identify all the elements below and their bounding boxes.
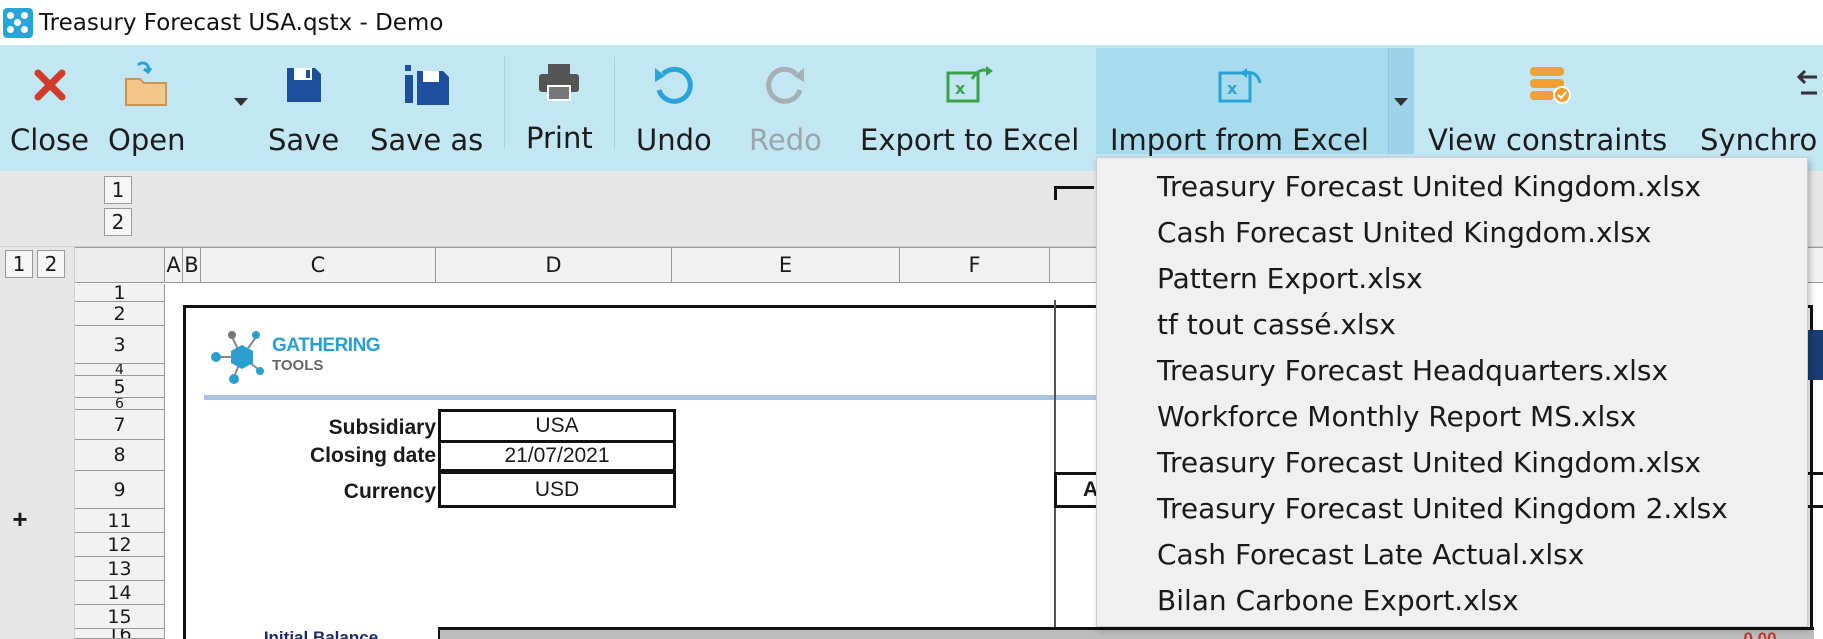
- undo-button[interactable]: Undo: [636, 48, 712, 158]
- column-header-b[interactable]: B: [183, 247, 201, 283]
- column-header-c[interactable]: C: [201, 247, 436, 283]
- row-header[interactable]: 15: [75, 605, 165, 629]
- initial-balance-row: [204, 627, 1814, 639]
- redo-icon: [755, 48, 815, 122]
- subsidiary-label: Subsidiary: [328, 416, 436, 439]
- export-excel-button[interactable]: x Export to Excel: [860, 48, 1079, 158]
- menu-item-recent-file[interactable]: Pattern Export.xlsx: [1157, 256, 1423, 302]
- gathering-tools-logo: GATHERING TOOLS: [208, 325, 388, 385]
- title-bar: Treasury Forecast USA.qstx - Demo: [0, 0, 1823, 45]
- app-logo-icon: [3, 7, 33, 38]
- currency-label: Currency: [343, 480, 436, 503]
- close-button[interactable]: Close: [10, 48, 89, 158]
- expand-rows-button[interactable]: +: [6, 504, 34, 534]
- save-as-button[interactable]: Save as: [370, 48, 483, 158]
- closing-date-label: Closing date: [309, 444, 436, 467]
- import-excel-menu: Treasury Forecast United Kingdom.xlsx Ca…: [1096, 157, 1808, 627]
- export-excel-label: Export to Excel: [860, 123, 1080, 157]
- row-header[interactable]: 5: [75, 376, 165, 398]
- row-header[interactable]: 14: [75, 581, 165, 605]
- printer-icon: [529, 46, 589, 120]
- row-header[interactable]: 6: [75, 398, 165, 410]
- select-all-corner[interactable]: [75, 247, 165, 283]
- row-outline-level-2[interactable]: 2: [37, 250, 65, 278]
- import-excel-button[interactable]: x Import from Excel: [1110, 48, 1369, 158]
- partial-logo-fragment: [1808, 330, 1823, 380]
- menu-item-recent-file[interactable]: Workforce Monthly Report MS.xlsx: [1157, 394, 1636, 440]
- import-excel-label: Import from Excel: [1110, 123, 1369, 157]
- row-header[interactable]: 16: [75, 629, 165, 639]
- menu-item-recent-file[interactable]: Treasury Forecast Headquarters.xlsx: [1157, 348, 1668, 394]
- ribbon-separator: [614, 57, 615, 149]
- menu-item-recent-file[interactable]: Treasury Forecast United Kingdom 2.xlsx: [1157, 486, 1728, 532]
- menu-item-recent-file[interactable]: Cash Forecast Late Actual.xlsx: [1157, 532, 1584, 578]
- open-label: Open: [108, 123, 186, 157]
- initial-balance-value: 0.00: [1743, 629, 1777, 639]
- save-button[interactable]: Save: [268, 48, 339, 158]
- open-folder-icon: [117, 48, 177, 122]
- synchro-label: Synchro: [1700, 123, 1818, 157]
- subsidiary-value-cell[interactable]: USA: [438, 409, 676, 443]
- constraints-icon: [1428, 48, 1667, 122]
- row-header[interactable]: 3: [75, 326, 165, 364]
- menu-item-recent-file[interactable]: Treasury Forecast United Kingdom.xlsx: [1157, 440, 1701, 486]
- closing-date-value-cell[interactable]: 21/07/2021: [438, 440, 676, 472]
- group-bracket: [1054, 186, 1094, 200]
- logo-text-tools: TOOLS: [272, 357, 324, 374]
- save-label: Save: [268, 123, 340, 157]
- export-excel-icon: x: [860, 48, 1079, 122]
- column-outline-level-2[interactable]: 2: [104, 208, 132, 236]
- row-header[interactable]: 11: [75, 509, 165, 533]
- menu-item-recent-file[interactable]: Cash Forecast United Kingdom.xlsx: [1157, 210, 1651, 256]
- hexagon-logo-icon: [211, 331, 264, 384]
- import-excel-icon: x: [1110, 48, 1369, 122]
- print-button[interactable]: Print: [526, 46, 593, 156]
- column-divider: [1054, 300, 1056, 639]
- import-dropdown-toggle[interactable]: [1388, 48, 1414, 154]
- column-outline-level-1[interactable]: 1: [104, 176, 132, 204]
- menu-item-recent-file[interactable]: Treasury Forecast United Kingdom.xlsx: [1157, 164, 1701, 210]
- open-dropdown-chevron-icon[interactable]: [234, 98, 248, 106]
- row-outline-bar: [0, 247, 75, 639]
- partial-cell-right: [1808, 472, 1823, 508]
- print-label: Print: [526, 121, 593, 155]
- view-constraints-button[interactable]: View constraints: [1428, 48, 1667, 158]
- undo-label: Undo: [636, 123, 712, 157]
- row-header[interactable]: 12: [75, 533, 165, 557]
- redo-label: Redo: [749, 123, 822, 157]
- view-constraints-label: View constraints: [1428, 123, 1668, 157]
- close-icon: [20, 48, 80, 122]
- initial-balance-label: Initial Balance: [204, 627, 440, 639]
- row-outline-level-1[interactable]: 1: [5, 250, 33, 278]
- window-title: Treasury Forecast USA.qstx - Demo: [39, 9, 444, 36]
- column-header-e[interactable]: E: [672, 247, 900, 283]
- svg-text:x: x: [1227, 79, 1238, 98]
- save-as-label: Save as: [370, 123, 484, 157]
- menu-item-recent-file[interactable]: Bilan Carbone Export.xlsx: [1157, 578, 1519, 624]
- row-header[interactable]: 1: [75, 284, 165, 302]
- column-header-f[interactable]: F: [900, 247, 1050, 283]
- row-header[interactable]: 13: [75, 557, 165, 581]
- close-label: Close: [10, 123, 89, 157]
- open-button[interactable]: Open: [108, 48, 185, 158]
- row-header[interactable]: 7: [75, 410, 165, 440]
- row-header[interactable]: 4: [75, 364, 165, 376]
- redo-button[interactable]: Redo: [749, 48, 822, 158]
- synchro-button[interactable]: Synchro: [1700, 48, 1818, 158]
- menu-item-recent-file[interactable]: tf tout cassé.xlsx: [1157, 302, 1396, 348]
- column-header-d[interactable]: D: [436, 247, 672, 283]
- sync-icon: [1700, 48, 1818, 122]
- column-header-a[interactable]: A: [165, 247, 183, 283]
- svg-text:x: x: [955, 79, 966, 98]
- undo-icon: [644, 48, 704, 122]
- save-as-icon: [397, 48, 457, 122]
- logo-text-gathering: GATHERING: [272, 335, 381, 356]
- row-header[interactable]: 9: [75, 471, 165, 509]
- currency-value-cell[interactable]: USD: [438, 471, 676, 508]
- partial-header-cell: A: [1054, 472, 1098, 508]
- save-icon: [274, 48, 334, 122]
- row-header[interactable]: 8: [75, 440, 165, 471]
- ribbon-separator: [504, 57, 505, 149]
- row-header[interactable]: 2: [75, 302, 165, 326]
